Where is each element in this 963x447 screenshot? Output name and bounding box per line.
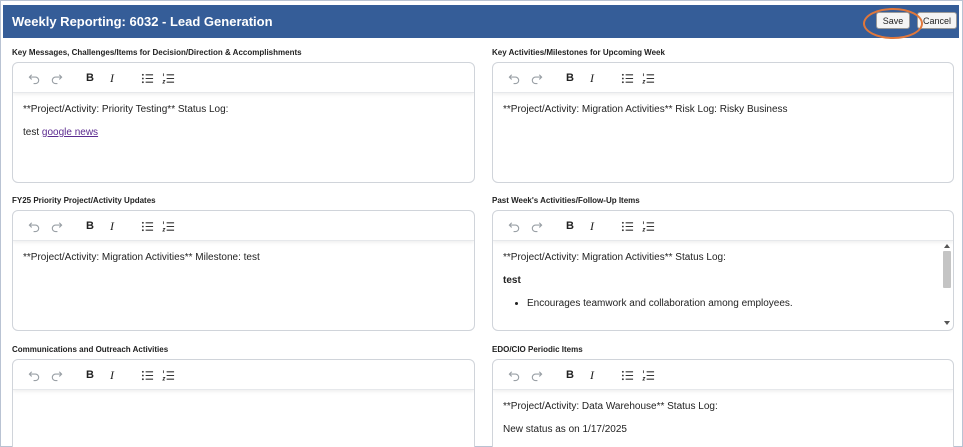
redo-icon[interactable] bbox=[528, 367, 544, 383]
editor-key-messages[interactable]: B I **Project/Activity: Priority Testing… bbox=[12, 62, 475, 183]
google-news-link[interactable]: google news bbox=[42, 127, 98, 138]
undo-icon[interactable] bbox=[506, 70, 522, 86]
numbered-list-icon[interactable] bbox=[640, 218, 656, 234]
italic-icon[interactable]: I bbox=[104, 367, 120, 383]
section-label-past-week: Past Week's Activities/Follow-Up Items bbox=[492, 196, 640, 205]
content-line: **Project/Activity: Migration Activities… bbox=[503, 252, 726, 263]
content-text: test bbox=[23, 127, 42, 138]
bullet-list-icon[interactable] bbox=[139, 218, 155, 234]
italic-icon[interactable]: I bbox=[584, 367, 600, 383]
bold-icon[interactable]: B bbox=[562, 70, 578, 86]
numbered-list-icon[interactable] bbox=[640, 367, 656, 383]
section-label-edo-cio: EDO/CIO Periodic Items bbox=[492, 345, 583, 354]
editor-fy25-priority[interactable]: B I **Project/Activity: Migration Activi… bbox=[12, 210, 475, 331]
editor-key-activities[interactable]: B I **Project/Activity: Migration Activi… bbox=[492, 62, 954, 183]
page-header: Weekly Reporting: 6032 - Lead Generation… bbox=[3, 5, 959, 39]
bullet-list-icon[interactable] bbox=[139, 70, 155, 86]
bold-icon[interactable]: B bbox=[82, 70, 98, 86]
italic-icon[interactable]: I bbox=[584, 218, 600, 234]
editor-toolbar: B I bbox=[493, 63, 953, 93]
redo-icon[interactable] bbox=[48, 218, 64, 234]
cancel-button[interactable]: Cancel bbox=[917, 12, 957, 29]
editor-toolbar: B I bbox=[13, 360, 474, 390]
section-label-fy25-priority: FY25 Priority Project/Activity Updates bbox=[12, 196, 156, 205]
content-line: **Project/Activity: Migration Activities… bbox=[23, 252, 260, 263]
scroll-down-arrow-icon[interactable] bbox=[944, 321, 950, 325]
undo-icon[interactable] bbox=[26, 367, 42, 383]
italic-icon[interactable]: I bbox=[584, 70, 600, 86]
bold-icon[interactable]: B bbox=[82, 218, 98, 234]
bullet-list-icon[interactable] bbox=[619, 218, 635, 234]
numbered-list-icon[interactable] bbox=[160, 70, 176, 86]
undo-icon[interactable] bbox=[506, 218, 522, 234]
bullet-list-icon[interactable] bbox=[139, 367, 155, 383]
bullet-list-icon[interactable] bbox=[619, 70, 635, 86]
bullet-list: Encourages teamwork and collaboration am… bbox=[517, 298, 939, 310]
section-label-key-activities: Key Activities/Milestones for Upcoming W… bbox=[492, 48, 665, 57]
editor-toolbar: B I bbox=[493, 360, 953, 390]
bullet-list-icon[interactable] bbox=[619, 367, 635, 383]
section-label-key-messages: Key Messages, Challenges/Items for Decis… bbox=[12, 48, 302, 57]
undo-icon[interactable] bbox=[26, 218, 42, 234]
content-bold-line: test bbox=[503, 275, 521, 286]
italic-icon[interactable]: I bbox=[104, 70, 120, 86]
editor-content[interactable]: **Project/Activity: Data Warehouse** Sta… bbox=[503, 401, 939, 447]
undo-icon[interactable] bbox=[506, 367, 522, 383]
content-line: New status as on 1/17/2025 bbox=[503, 424, 627, 435]
editor-content[interactable]: **Project/Activity: Migration Activities… bbox=[23, 252, 460, 275]
editor-content[interactable]: **Project/Activity: Priority Testing** S… bbox=[23, 104, 460, 150]
content-line: **Project/Activity: Priority Testing** S… bbox=[23, 104, 229, 115]
redo-icon[interactable] bbox=[48, 70, 64, 86]
editor-past-week[interactable]: B I **Project/Activity: Migration Activi… bbox=[492, 210, 954, 331]
vertical-scrollbar[interactable] bbox=[943, 241, 951, 328]
scroll-thumb[interactable] bbox=[943, 251, 951, 288]
bold-icon[interactable]: B bbox=[82, 367, 98, 383]
numbered-list-icon[interactable] bbox=[160, 218, 176, 234]
content-line: **Project/Activity: Migration Activities… bbox=[503, 104, 788, 115]
editor-communications[interactable]: B I bbox=[12, 359, 475, 447]
editor-content[interactable]: **Project/Activity: Migration Activities… bbox=[503, 104, 939, 127]
redo-icon[interactable] bbox=[528, 218, 544, 234]
editor-edo-cio[interactable]: B I **Project/Activity: Data Warehouse**… bbox=[492, 359, 954, 447]
redo-icon[interactable] bbox=[528, 70, 544, 86]
editor-toolbar: B I bbox=[13, 211, 474, 241]
scroll-up-arrow-icon[interactable] bbox=[944, 244, 950, 248]
italic-icon[interactable]: I bbox=[104, 218, 120, 234]
editor-content[interactable]: **Project/Activity: Migration Activities… bbox=[503, 252, 939, 310]
content-line-with-link: test google news bbox=[23, 127, 460, 139]
editor-toolbar: B I bbox=[493, 211, 953, 241]
numbered-list-icon[interactable] bbox=[160, 367, 176, 383]
numbered-list-icon[interactable] bbox=[640, 70, 656, 86]
page-title: Weekly Reporting: 6032 - Lead Generation bbox=[12, 14, 273, 29]
redo-icon[interactable] bbox=[48, 367, 64, 383]
bold-icon[interactable]: B bbox=[562, 367, 578, 383]
content-line: **Project/Activity: Data Warehouse** Sta… bbox=[503, 401, 718, 412]
save-highlight-ring bbox=[863, 8, 923, 39]
editor-toolbar: B I bbox=[13, 63, 474, 93]
undo-icon[interactable] bbox=[26, 70, 42, 86]
section-label-communications: Communications and Outreach Activities bbox=[12, 345, 169, 354]
list-item: Encourages teamwork and collaboration am… bbox=[527, 298, 939, 310]
bold-icon[interactable]: B bbox=[562, 218, 578, 234]
